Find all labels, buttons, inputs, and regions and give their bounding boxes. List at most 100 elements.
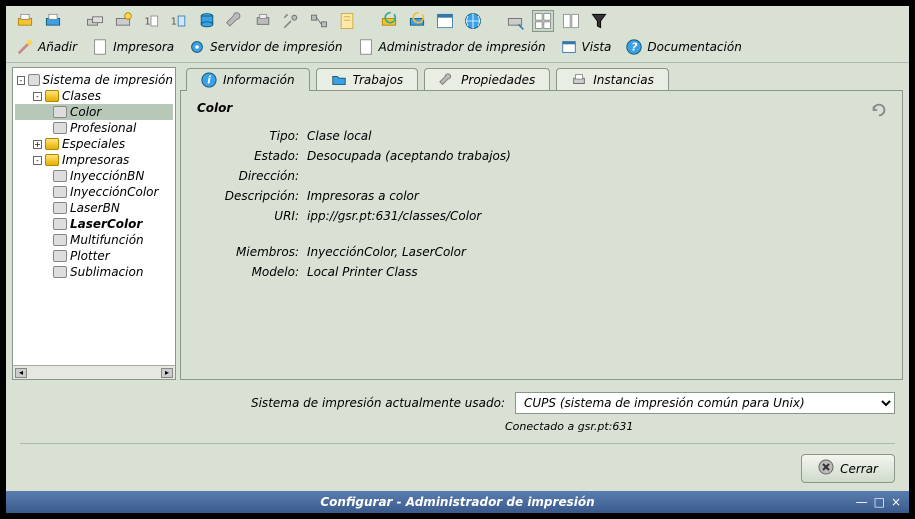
info-icon: i: [201, 72, 217, 88]
wrench-icon: [439, 72, 455, 88]
svg-text:1: 1: [144, 16, 150, 27]
tree-panel: -Sistema de impresión-ClasesColorProfesi…: [12, 67, 176, 380]
close-icon: [818, 459, 834, 478]
window-close-icon[interactable]: ×: [891, 495, 901, 509]
view-split-icon[interactable]: [560, 10, 582, 32]
tabs: i Información Trabajos Propiedades Insta…: [180, 67, 903, 90]
printer-class-icon[interactable]: [84, 10, 106, 32]
tab-instances[interactable]: Instancias: [556, 68, 669, 91]
detail-body: Color Tipo: Clase local Estado: Desocupa…: [180, 90, 903, 380]
field-label-miembros: Miembros:: [215, 245, 307, 259]
tree-printer-multifunción[interactable]: Multifunción: [15, 232, 173, 248]
database-icon[interactable]: [196, 10, 218, 32]
field-label-uri: URI:: [215, 209, 307, 223]
tree-folder-impresoras[interactable]: -Impresoras: [15, 152, 173, 168]
connector-icon[interactable]: [308, 10, 330, 32]
gear-icon: [188, 38, 206, 56]
field-label-tipo: Tipo:: [215, 129, 307, 143]
tree-printer-inyecciónbn[interactable]: InyecciónBN: [15, 168, 173, 184]
help-icon: ?: [625, 38, 643, 56]
wrench-icon[interactable]: [224, 10, 246, 32]
tree-printer-color[interactable]: Color: [15, 104, 173, 120]
view-grid-icon[interactable]: [532, 10, 554, 32]
globe-icon[interactable]: [462, 10, 484, 32]
tab-jobs[interactable]: Trabajos: [316, 68, 419, 91]
print-system-select[interactable]: CUPS (sistema de impresión común para Un…: [515, 392, 895, 414]
filter-icon[interactable]: [588, 10, 610, 32]
tree-hscrollbar[interactable]: ◂ ▸: [13, 365, 175, 379]
field-value-direccion: [307, 169, 886, 183]
test-page-icon[interactable]: 1: [140, 10, 162, 32]
svg-text:i: i: [207, 74, 211, 87]
field-label-modelo: Modelo:: [215, 265, 307, 279]
field-value-descripcion: Impresoras a color: [307, 189, 886, 203]
menu-label: Administrador de impresión: [379, 40, 546, 54]
scroll-right-icon[interactable]: ▸: [161, 368, 173, 378]
system-label: Sistema de impresión actualmente usado:: [251, 396, 505, 410]
tree-root[interactable]: -Sistema de impresión: [15, 72, 173, 88]
tab-label: Propiedades: [461, 73, 535, 87]
tree-printer-profesional[interactable]: Profesional: [15, 120, 173, 136]
tree-folder-clases[interactable]: -Clases: [15, 88, 173, 104]
scroll-left-icon[interactable]: ◂: [15, 368, 27, 378]
field-value-miembros: InyecciónColor, LaserColor: [307, 245, 886, 259]
close-label: Cerrar: [840, 462, 878, 476]
page-icon: [91, 38, 109, 56]
svg-text:1: 1: [171, 16, 177, 27]
menu-label: Añadir: [38, 40, 77, 54]
field-value-tipo: Clase local: [307, 129, 886, 143]
wand-icon: [16, 38, 34, 56]
maximize-icon[interactable]: □: [874, 495, 885, 509]
field-label-estado: Estado:: [215, 149, 307, 163]
menu-admin[interactable]: Administrador de impresión: [357, 38, 546, 56]
printer-small-icon: [571, 72, 587, 88]
tab-label: Trabajos: [353, 73, 404, 87]
refresh-blue-icon[interactable]: [406, 10, 428, 32]
window-title: Configurar - Administrador de impresión: [320, 495, 594, 509]
view-printer-icon[interactable]: [504, 10, 526, 32]
menu-add[interactable]: Añadir: [16, 38, 77, 56]
tree-printer-plotter[interactable]: Plotter: [15, 248, 173, 264]
tools-icon[interactable]: [280, 10, 302, 32]
tree-folder-especiales[interactable]: +Especiales: [15, 136, 173, 152]
menu-label: Documentación: [647, 40, 741, 54]
window-icon[interactable]: [434, 10, 456, 32]
menu-view[interactable]: Vista: [560, 38, 612, 56]
tree-printer-inyeccióncolor[interactable]: InyecciónColor: [15, 184, 173, 200]
tree-printer-sublimacion[interactable]: Sublimacion: [15, 264, 173, 280]
tree-printer-laserbn[interactable]: LaserBN: [15, 200, 173, 216]
window-small-icon: [560, 38, 578, 56]
menu-label: Vista: [582, 40, 612, 54]
printer-icon[interactable]: [14, 10, 36, 32]
menu-docs[interactable]: ? Documentación: [625, 38, 741, 56]
tab-label: Información: [223, 73, 295, 87]
field-value-estado: Desocupada (aceptando trabajos): [307, 149, 886, 163]
printer-tool-icon[interactable]: [252, 10, 274, 32]
svg-text:?: ?: [632, 41, 638, 54]
printer-special-icon[interactable]: [112, 10, 134, 32]
folder-icon: [331, 72, 347, 88]
field-label-descripcion: Descripción:: [215, 189, 307, 203]
test-page2-icon[interactable]: 1: [168, 10, 190, 32]
menu-server[interactable]: Servidor de impresión: [188, 38, 342, 56]
field-label-direccion: Dirección:: [215, 169, 307, 183]
printer-add-icon[interactable]: [42, 10, 64, 32]
detail-title: Color: [197, 101, 886, 115]
refresh-icon[interactable]: [870, 101, 888, 119]
minimize-icon[interactable]: —: [856, 495, 868, 509]
connection-status: Conectado a gsr.pt:631: [505, 420, 895, 433]
notes-icon[interactable]: [336, 10, 358, 32]
field-value-uri: ipp://gsr.pt:631/classes/Color: [307, 209, 886, 223]
close-button[interactable]: Cerrar: [801, 454, 895, 483]
tree-printer-lasercolor[interactable]: LaserColor: [15, 216, 173, 232]
menu-printer[interactable]: Impresora: [91, 38, 174, 56]
tab-label: Instancias: [593, 73, 654, 87]
menu-label: Servidor de impresión: [210, 40, 342, 54]
page-icon: [357, 38, 375, 56]
tab-info[interactable]: i Información: [186, 68, 310, 91]
main-toolbar: 1 1: [6, 6, 909, 36]
titlebar: Configurar - Administrador de impresión …: [6, 491, 909, 513]
refresh-printer-icon[interactable]: [378, 10, 400, 32]
tab-props[interactable]: Propiedades: [424, 68, 550, 91]
field-value-modelo: Local Printer Class: [307, 265, 886, 279]
